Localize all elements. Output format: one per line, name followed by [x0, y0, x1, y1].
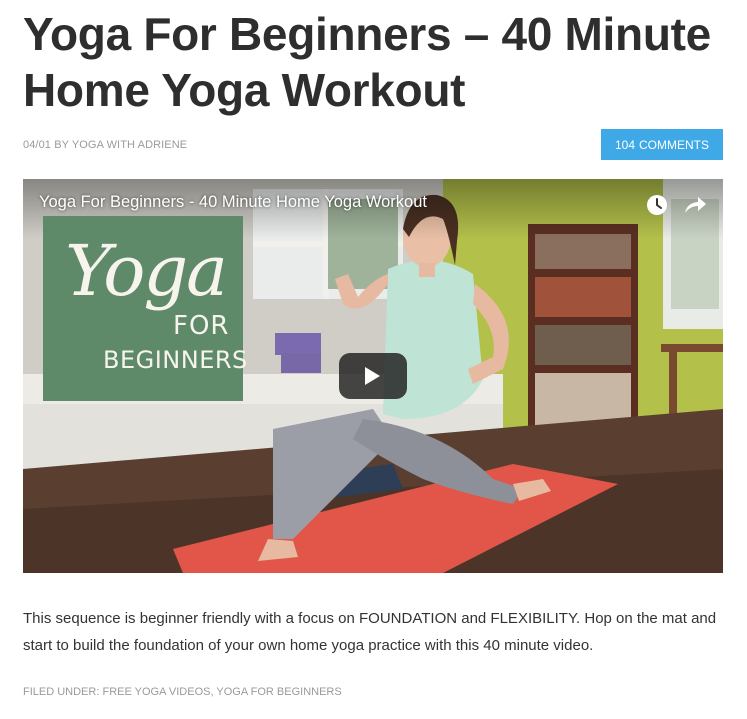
category-link-yoga-for-beginners[interactable]: YOGA FOR BEGINNERS — [216, 686, 341, 698]
yoga-for-beginners-card: Yoga FOR BEGINNERS — [43, 216, 247, 401]
post-author[interactable]: YOGA WITH ADRIENE — [72, 139, 187, 151]
comments-label: COMMENTS — [639, 137, 710, 152]
video-embed[interactable]: Yoga FOR BEGINNERS Yoga For Beginners - … — [23, 179, 723, 573]
comments-button[interactable]: 104 COMMENTS — [601, 129, 723, 160]
card-beginners-word: BEGINNERS — [103, 346, 248, 374]
comments-count: 104 — [614, 137, 636, 152]
post-date: 04/01 — [23, 139, 52, 151]
category-link-free-yoga-videos[interactable]: FREE YOGA VIDEOS — [102, 686, 210, 698]
post-title: Yoga For Beginners – 40 Minute Home Yoga… — [23, 8, 711, 116]
by-label: BY — [54, 139, 69, 151]
post-description: This sequence is beginner friendly with … — [23, 610, 717, 654]
filed-under: FILED UNDER: FREE YOGA VIDEOS, YOGA FOR … — [23, 686, 342, 698]
card-script-word: Yoga — [65, 230, 228, 312]
video-title-link[interactable]: Yoga For Beginners - 40 Minute Home Yoga… — [39, 193, 427, 212]
card-for-word: FOR — [173, 311, 230, 341]
share-arrow-icon[interactable] — [679, 191, 709, 219]
post-meta: 04/01 BY YOGA WITH ADRIENE — [23, 139, 187, 151]
filed-label: FILED UNDER: — [23, 686, 100, 698]
post-page: Yoga For Beginners – 40 Minute Home Yoga… — [0, 0, 747, 719]
clock-icon[interactable] — [643, 191, 671, 219]
category-separator: , — [210, 686, 214, 698]
play-button[interactable] — [339, 353, 407, 399]
play-icon — [365, 367, 380, 385]
